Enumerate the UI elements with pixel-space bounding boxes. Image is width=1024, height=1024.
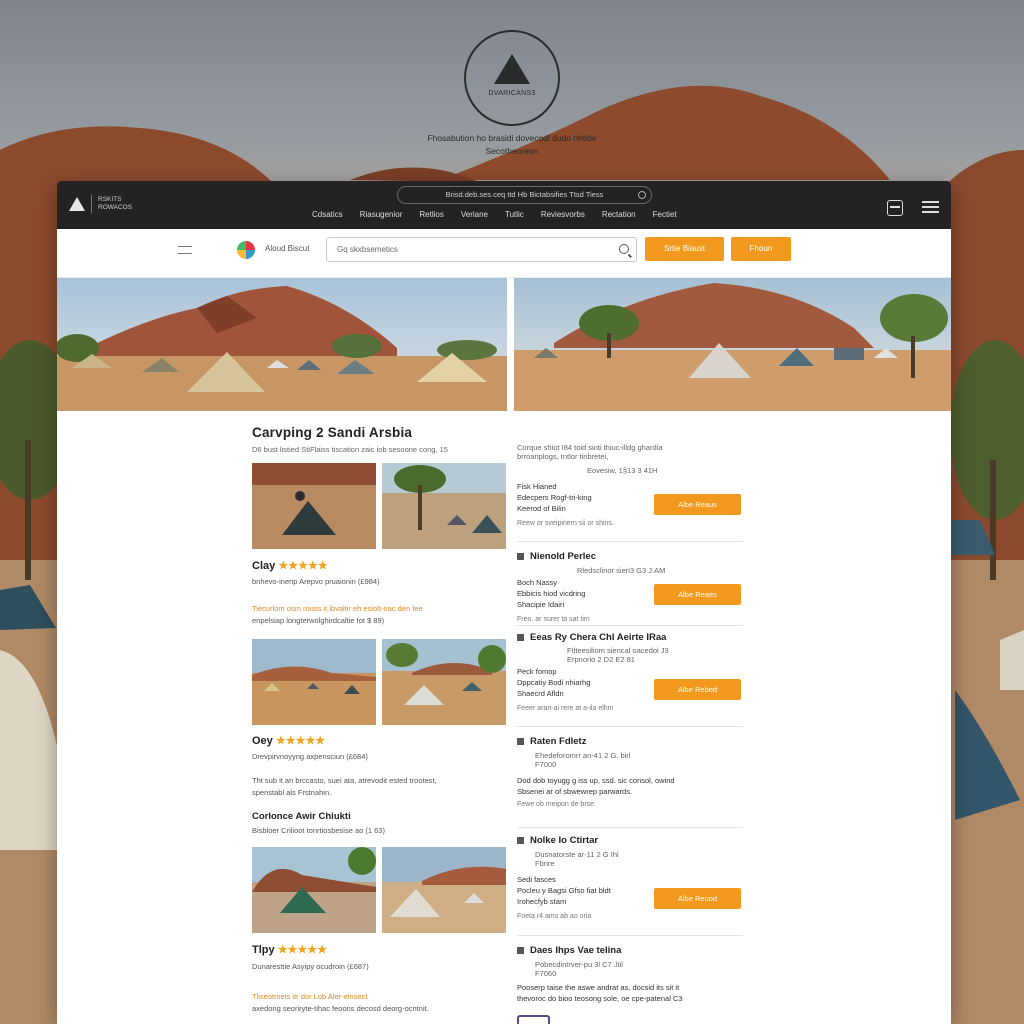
nav-item-3[interactable]: Retlios [419,210,443,219]
nav-item-8[interactable]: Fectiet [653,210,677,219]
campsite-photo[interactable] [382,847,506,933]
brand-tagline-line2: Secotheoreon [485,146,539,156]
logo-line1: RSKITS [98,196,122,203]
rating-stars: ★★★★★ [275,735,326,747]
nav-item-6[interactable]: Reviesvorbs [541,210,585,219]
nav-item-7[interactable]: Rectation [602,210,636,219]
nav-item-1[interactable]: Cdsatics [312,210,343,219]
book-button[interactable]: Albe Reuod [654,888,741,909]
map-pin-icon[interactable] [237,241,255,259]
camp-icon [517,553,524,560]
cart-icon[interactable] [887,200,903,216]
browser-window: RSKITS ROWACOS Brisd.deb.ses.ceq ttd Hb … [57,181,951,1024]
site-logo[interactable]: RSKITS ROWACOS [69,195,132,213]
hero-image-right [514,278,951,411]
group-meta: Drevpirvnoyyng axpensciun (£684) [252,752,368,761]
search-icon[interactable] [619,244,629,254]
nav-item-2[interactable]: Riasugenior [360,210,403,219]
filter-button[interactable]: Fhoun [731,237,791,261]
group-description: Tliseotmets itr dor Lob Aler-elnsect axe… [252,992,429,1013]
triangle-logo-icon [494,53,530,84]
address-bar-text: Brisd.deb.ses.ceq ttd Hb Bictabsifies Tt… [445,190,604,199]
group-name: Tlpy ★★★★★ [252,944,327,956]
group-meta: bnhevo-inenp Arepvo pruaionin (£984) [252,577,380,586]
group-description: Tht sub it an brccasto, suei ata, atrevo… [252,776,437,797]
brand-badge-text: DVARICANS3 [488,89,536,97]
group-description: Tiecurlom osm rouss it ibvaltir eh esiol… [252,604,423,625]
rating-stars: ★★★★★ [277,944,327,956]
camp-icon [517,947,524,954]
group-name: Oey ★★★★★ [252,735,326,747]
main-nav: Cdsatics Riasugenior Retlios Veriane Tut… [312,210,694,219]
group-meta: Bisbloer Crilioot tonrtiosbesise ao (1 6… [252,826,385,835]
address-bar[interactable]: Brisd.deb.ses.ceq ttd Hb Bictabsifies Tt… [397,186,652,204]
campsite-photo[interactable] [382,639,506,725]
listing-title: Carvping 2 Sandi Arsbia [252,425,413,440]
camp-icon [517,837,524,844]
campsite-photo[interactable] [252,463,376,549]
hero-image-left [57,278,507,411]
group-meta: Dunaresttie Asyipy ocudroin (£687) [252,962,369,971]
nav-item-5[interactable]: Tutlic [505,210,524,219]
listing-subtitle: D6 bust listied StiFlaiss tiscation zaic… [252,445,448,454]
camp-icon [517,634,524,641]
book-button[interactable]: Albe Rebed [654,679,741,700]
camp-icon [517,738,524,745]
rating-stars: ★★★★★ [278,560,328,572]
book-button[interactable]: Albe Reaes [654,584,741,605]
campsite-photo[interactable] [252,847,376,933]
group-name: Corlonce Awir Chiukti [252,811,351,822]
book-button[interactable]: Albe Reaus [654,494,741,515]
campsite-card[interactable]: Eeas Ry Chera Chl Aeirte IRaa Ftlteesili… [517,632,743,712]
triangle-logo-icon [69,197,85,211]
search-button[interactable]: Srtie Biaust [645,237,724,261]
search-row: Aloud Biscut Gq skxbsemetics Srtie Biaus… [57,229,951,278]
location-label[interactable]: Aloud Biscut [265,244,309,253]
campsite-card[interactable]: Raten Fdletz Ehedeforomrr an-41 2 G. bir… [517,736,743,808]
brand-tagline: Fhosabution ho brasidi dovecodi dudo hht… [380,132,644,158]
top-navigation-bar: RSKITS ROWACOS Brisd.deb.ses.ceq ttd Hb … [57,181,951,229]
search-input[interactable]: Gq skxbsemetics [326,237,637,262]
search-placeholder: Gq skxbsemetics [337,245,398,254]
nav-item-4[interactable]: Veriane [461,210,488,219]
reload-icon[interactable] [638,191,646,199]
hamburger-menu-icon[interactable] [922,201,939,213]
brand-tagline-line1: Fhosabution ho brasidi dovecodi dudo hht… [427,133,597,143]
campsite-photo[interactable] [382,463,506,549]
group-name: Clay ★★★★★ [252,560,328,572]
logo-line2: ROWACOS [98,204,133,211]
campsite-card[interactable]: Daes Ihps Vae telina Pobecdintrver-pu 3l… [517,945,743,1004]
brand-logo-badge: DVARICANS3 [464,30,560,126]
list-toggle-icon[interactable] [178,246,192,254]
next-page-tab[interactable] [517,1015,550,1024]
campsite-photo[interactable] [252,639,376,725]
